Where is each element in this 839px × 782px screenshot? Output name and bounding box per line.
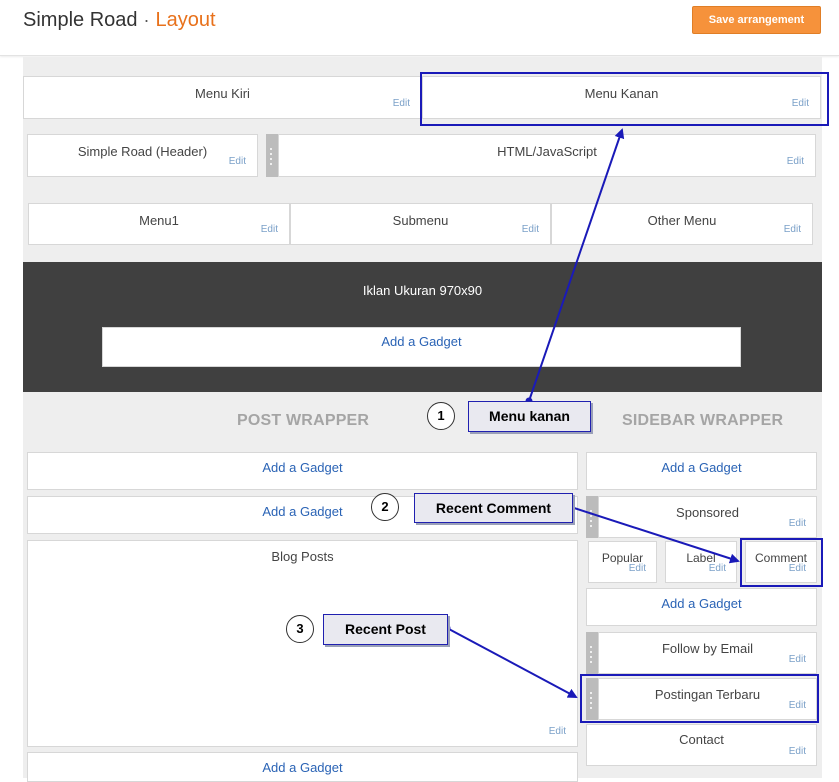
gadget-submenu[interactable]: Submenu Edit [290,203,551,245]
gadget-title: Blog Posts [271,549,334,564]
gadget-title: Submenu [392,213,449,228]
annotation-label-2: Recent Comment [414,493,573,523]
gadget-contact[interactable]: Contact Edit [586,724,817,766]
edit-link[interactable]: Edit [629,563,646,574]
gadget-menu1[interactable]: Menu1 Edit [28,203,290,245]
gadget-title: Contact [679,732,724,747]
edit-link[interactable]: Edit [229,156,246,167]
highlight-comment [740,538,823,587]
gadget-follow-by-email[interactable]: Follow by Email Edit [598,632,817,674]
gadget-popular[interactable]: Popular Edit [588,541,657,583]
gadget-blog-posts[interactable]: Blog Posts Edit [27,540,578,747]
gadget-label[interactable]: Label Edit [665,541,737,583]
gadget-header[interactable]: Simple Road (Header) Edit [27,134,258,177]
gadget-menu-kiri[interactable]: Menu Kiri Edit [23,76,422,119]
page-title: Simple Road · Layout [23,9,216,32]
annotation-number-1: 1 [427,402,455,430]
ad-section-title: Iklan Ukuran 970x90 [362,283,483,298]
layout-page-name: Layout [155,9,216,31]
drag-handle[interactable] [586,632,598,674]
gadget-title: Sponsored [676,505,739,520]
add-gadget-sidebar-1[interactable]: Add a Gadget [586,452,817,490]
gadget-title: Label [686,551,716,565]
annotation-label-1: Menu kanan [468,401,591,432]
edit-link[interactable]: Edit [789,746,806,757]
edit-link[interactable]: Edit [789,654,806,665]
annotation-number-3: 3 [286,615,314,643]
gadget-title: Popular [601,551,644,565]
gadget-title: Simple Road (Header) [77,144,208,159]
annotation-label-3: Recent Post [323,614,448,645]
title-separator: · [143,10,150,30]
edit-link[interactable]: Edit [709,563,726,574]
drag-handle[interactable] [266,134,278,177]
gadget-title: Menu1 [139,213,179,228]
gadget-title: Menu Kiri [195,86,250,101]
post-wrapper-title: POST WRAPPER [237,412,370,429]
gadget-html-javascript[interactable]: HTML/JavaScript Edit [278,134,816,177]
edit-link[interactable]: Edit [261,224,278,235]
gadget-title: HTML/JavaScript [497,144,597,159]
drag-handle[interactable] [586,496,598,538]
add-gadget-sidebar-2[interactable]: Add a Gadget [586,588,817,626]
blog-name[interactable]: Simple Road [23,9,138,31]
add-gadget-post-1[interactable]: Add a Gadget [27,452,578,490]
annotation-number-2: 2 [371,493,399,521]
edit-link[interactable]: Edit [789,518,806,529]
gadget-sponsored[interactable]: Sponsored Edit [598,496,817,538]
edit-link[interactable]: Edit [393,98,410,109]
highlight-menu-kanan [420,72,829,126]
gadget-title: Follow by Email [661,641,754,656]
edit-link[interactable]: Edit [784,224,801,235]
gadget-other-menu[interactable]: Other Menu Edit [551,203,813,245]
highlight-postingan-terbaru [580,674,819,723]
gadget-title: Other Menu [647,213,717,228]
sidebar-wrapper-title: SIDEBAR WRAPPER [622,412,784,429]
edit-link[interactable]: Edit [522,224,539,235]
edit-link[interactable]: Edit [549,726,566,737]
edit-link[interactable]: Edit [787,156,804,167]
save-arrangement-button[interactable]: Save arrangement [692,6,821,34]
add-gadget-ad[interactable]: Add a Gadget [102,327,741,367]
